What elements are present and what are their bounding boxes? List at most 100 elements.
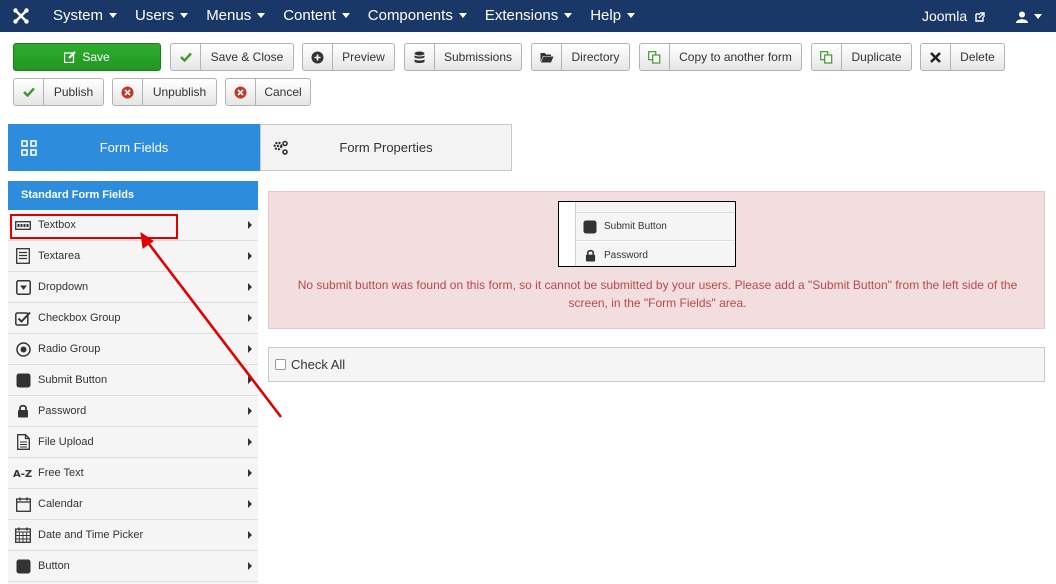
chevron-right-icon: [248, 531, 252, 539]
calendar-icon: [15, 527, 31, 543]
preview-label: Preview: [342, 50, 385, 64]
unpublish-button[interactable]: Unpublish: [112, 78, 217, 106]
caret-down-icon: [257, 12, 266, 18]
chevron-right-icon: [248, 283, 252, 291]
sidebar-item-free-text[interactable]: A-Z Free Text: [8, 458, 258, 489]
sidebar-item-file-upload[interactable]: File Upload: [8, 427, 258, 458]
sidebar-item-label: Checkbox Group: [38, 312, 121, 324]
caret-down-icon: [341, 12, 350, 18]
sidebar-item-calendar[interactable]: Calendar: [8, 489, 258, 520]
sidebar-item-checkbox-group[interactable]: Checkbox Group: [8, 303, 258, 334]
menu-system[interactable]: System: [44, 0, 126, 32]
tab-form-fields-label: Form Fields: [99, 140, 169, 155]
thumbnail-row-submit: Submit Button: [576, 213, 735, 241]
menu-content[interactable]: Content: [274, 0, 359, 32]
menu-users-label: Users: [135, 7, 175, 24]
x-icon: [930, 51, 941, 63]
top-navbar: System Users Menus Content Components Ex…: [0, 0, 1056, 32]
save-close-button[interactable]: Save & Close: [170, 43, 294, 71]
menu-menus[interactable]: Menus: [197, 0, 274, 32]
tab-form-fields[interactable]: Form Fields: [8, 124, 260, 171]
sidebar-item-submit-button[interactable]: Submit Button: [8, 365, 258, 396]
x-circle-icon: [234, 86, 247, 98]
menu-content-label: Content: [283, 7, 336, 24]
caret-down-icon: [564, 12, 573, 18]
chevron-right-icon: [248, 252, 252, 260]
chevron-right-icon: [248, 562, 252, 570]
thumbnail-partial-row: [576, 202, 735, 213]
sidebar-item-label: Submit Button: [38, 374, 108, 386]
menu-help[interactable]: Help: [581, 0, 644, 32]
svg-text:A-Z: A-Z: [13, 469, 32, 478]
joomla-logo-icon[interactable]: [12, 7, 30, 25]
a-z-icon: A-Z: [13, 469, 32, 478]
menu-components[interactable]: Components: [359, 0, 476, 32]
alert-message: No submit button was found on this form,…: [297, 278, 1018, 310]
sidebar-item-label: Password: [38, 405, 87, 417]
chevron-right-icon: [248, 345, 252, 353]
sidebar-item-textarea[interactable]: Textarea: [8, 241, 258, 272]
x-circle-icon: [121, 86, 134, 98]
file-icon: [16, 434, 30, 450]
sidebar-item-password[interactable]: Password: [8, 396, 258, 427]
tab-form-properties-label: Form Properties: [339, 140, 433, 155]
caret-down-icon: [627, 12, 636, 18]
calendar-icon: [15, 497, 31, 512]
chevron-right-icon: [248, 438, 252, 446]
sidebar-item-label: Button: [38, 560, 70, 572]
directory-label: Directory: [571, 50, 620, 64]
dropdown-icon: [15, 279, 31, 295]
menu-extensions-label: Extensions: [484, 7, 559, 24]
preview-button[interactable]: Preview: [302, 43, 395, 71]
square-icon: [16, 373, 30, 387]
chevron-right-icon: [248, 500, 252, 508]
chevron-right-icon: [248, 376, 252, 384]
copy-icon: [648, 50, 661, 64]
publish-button[interactable]: Publish: [13, 78, 104, 106]
checkbox-icon: [15, 311, 31, 326]
thumbnail-row-label: Submit Button: [604, 221, 667, 232]
textarea-icon: [16, 248, 30, 264]
tab-form-properties[interactable]: Form Properties: [260, 124, 512, 171]
duplicate-button[interactable]: Duplicate: [811, 43, 912, 71]
menu-extensions[interactable]: Extensions: [476, 0, 581, 32]
square-icon: [583, 220, 597, 233]
sidebar-item-dropdown[interactable]: Dropdown: [8, 272, 258, 303]
sidebar-item-label: Radio Group: [38, 343, 101, 355]
check-all-bar: Check All: [268, 347, 1045, 382]
caret-down-icon: [180, 12, 189, 18]
unpublish-label: Unpublish: [152, 85, 207, 99]
directory-button[interactable]: Directory: [531, 43, 630, 71]
check-icon: [22, 87, 35, 97]
sidebar-item-date-time-picker[interactable]: Date and Time Picker: [8, 520, 258, 551]
menu-system-label: System: [53, 7, 104, 24]
copy-to-form-button[interactable]: Copy to another form: [639, 43, 802, 71]
delete-button[interactable]: Delete: [920, 43, 1005, 71]
user-icon: [1016, 11, 1028, 24]
textbox-highlight-annotation: [10, 214, 178, 239]
user-menu[interactable]: [1007, 0, 1056, 32]
plus-circle-icon: [311, 51, 324, 63]
external-link-icon: [975, 12, 985, 22]
chevron-right-icon: [248, 407, 252, 415]
sidebar-item-radio-group[interactable]: Radio Group: [8, 334, 258, 365]
caret-down-icon: [109, 12, 118, 18]
sidebar-item-button[interactable]: Button: [8, 551, 258, 582]
copy-to-form-label: Copy to another form: [679, 50, 792, 64]
site-link[interactable]: Joomla: [913, 0, 1007, 32]
no-submit-button-alert: Submit Button Password No submit button …: [268, 191, 1045, 329]
site-link-label: Joomla: [921, 8, 968, 24]
lock-icon: [18, 404, 28, 418]
sidebar-item-label: Dropdown: [38, 281, 89, 293]
check-all-checkbox[interactable]: [275, 359, 286, 370]
menu-users[interactable]: Users: [126, 0, 197, 32]
navbar-right: Joomla: [913, 0, 1056, 32]
cancel-button[interactable]: Cancel: [225, 78, 311, 106]
save-button[interactable]: Save: [13, 43, 161, 71]
chevron-right-icon: [248, 221, 252, 229]
database-icon: [414, 51, 425, 63]
save-close-label: Save & Close: [210, 50, 284, 64]
submissions-button[interactable]: Submissions: [404, 43, 522, 71]
grid-icon: [21, 140, 37, 156]
check-all-label[interactable]: Check All: [291, 357, 345, 372]
